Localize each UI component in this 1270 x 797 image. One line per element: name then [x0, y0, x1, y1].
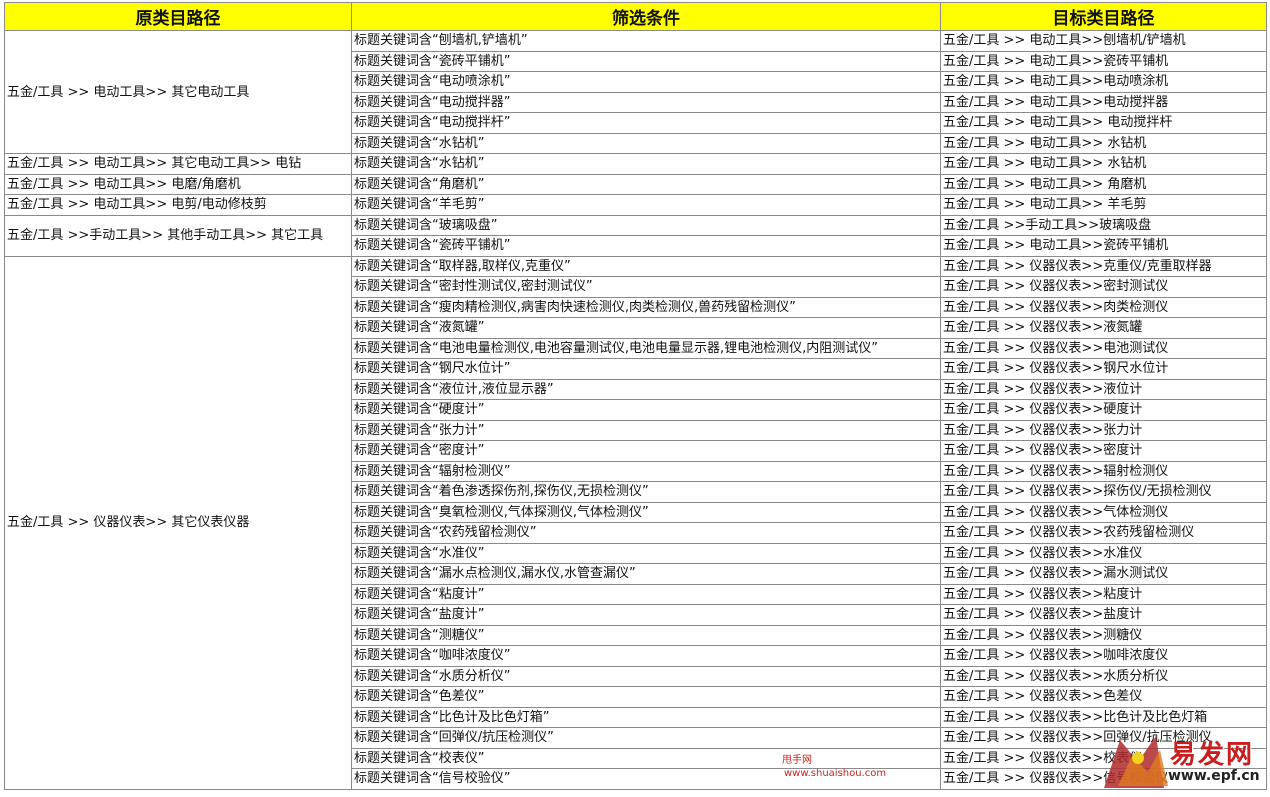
source-path-cell: 五金/工具 >>手动工具>> 其他手动工具>> 其它工具 — [4, 214, 352, 257]
filter-condition-cell: 标题关键词含“农药残留检测仪” — [351, 522, 941, 544]
header-filter-condition: 筛选条件 — [351, 2, 941, 31]
filter-condition-cell: 标题关键词含“水钻机” — [351, 153, 941, 175]
source-path-cell: 五金/工具 >> 电动工具>> 其它电动工具 — [4, 30, 352, 154]
target-path-cell: 五金/工具 >> 仪器仪表>>张力计 — [940, 419, 1267, 441]
filter-condition-cell: 标题关键词含“校表仪” — [351, 747, 941, 769]
target-path-cell: 五金/工具 >>手动工具>>玻璃吸盘 — [940, 214, 1267, 236]
target-path-cell: 五金/工具 >> 仪器仪表>>液氮罐 — [940, 317, 1267, 339]
filter-condition-cell: 标题关键词含“电动喷涂机” — [351, 71, 941, 93]
filter-condition-cell: 标题关键词含“取样器,取样仪,克重仪” — [351, 255, 941, 277]
target-path-cell: 五金/工具 >> 电动工具>> 水钻机 — [940, 153, 1267, 175]
header-source-path: 原类目路径 — [4, 2, 352, 31]
filter-condition-cell: 标题关键词含“臭氧检测仪,气体探测仪,气体检测仪” — [351, 501, 941, 523]
filter-condition-cell: 标题关键词含“液氮罐” — [351, 317, 941, 339]
target-path-cell: 五金/工具 >> 仪器仪表>>肉类检测仪 — [940, 296, 1267, 318]
target-path-cell: 五金/工具 >> 电动工具>>瓷砖平铺机 — [940, 50, 1267, 72]
table-row: 五金/工具 >>手动工具>> 其他手动工具>> 其它工具 标题关键词含“玻璃吸盘”… — [4, 214, 1267, 257]
source-path-cell: 五金/工具 >> 仪器仪表>> 其它仪表仪器 — [4, 255, 352, 790]
target-path-cell: 五金/工具 >> 电动工具>>刨墙机/铲墙机 — [940, 30, 1267, 52]
table-row: 五金/工具 >> 电动工具>> 其它电动工具>> 电钻 标题关键词含“水钻机” 五金… — [4, 153, 1267, 175]
target-path-cell: 五金/工具 >> 仪器仪表>>盐度计 — [940, 604, 1267, 626]
filter-condition-cell: 标题关键词含“电池电量检测仪,电池容量测试仪,电池电量显示器,锂电池检测仪,内阻… — [351, 337, 941, 359]
target-path-cell: 五金/工具 >> 电动工具>>瓷砖平铺机 — [940, 235, 1267, 257]
target-path-cell: 五金/工具 >> 仪器仪表>>气体检测仪 — [940, 501, 1267, 523]
category-mapping-table: 原类目路径 筛选条件 目标类目路径 五金/工具 >> 电动工具>> 其它电动工具… — [4, 2, 1267, 790]
source-path-cell: 五金/工具 >> 电动工具>> 其它电动工具>> 电钻 — [4, 153, 352, 175]
target-path-cell: 五金/工具 >> 电动工具>> 角磨机 — [940, 173, 1267, 195]
filter-condition-cell: 标题关键词含“着色渗透探伤剂,探伤仪,无损检测仪” — [351, 481, 941, 503]
source-path-cell: 五金/工具 >> 电动工具>> 电磨/角磨机 — [4, 173, 352, 195]
target-path-cell: 五金/工具 >> 电动工具>> 水钻机 — [940, 132, 1267, 154]
target-path-cell: 五金/工具 >> 仪器仪表>>密度计 — [940, 440, 1267, 462]
filter-condition-cell: 标题关键词含“玻璃吸盘” — [351, 214, 941, 236]
logo-url: www.epf.cn — [1168, 768, 1260, 784]
filter-condition-cell: 标题关键词含“漏水点检测仪,漏水仪,水管查漏仪” — [351, 563, 941, 585]
target-path-cell: 五金/工具 >> 电动工具>>电动喷涂机 — [940, 71, 1267, 93]
filter-condition-cell: 标题关键词含“角磨机” — [351, 173, 941, 195]
table-row: 五金/工具 >> 电动工具>> 电剪/电动修枝剪 标题关键词含“羊毛剪” 五金/工具… — [4, 194, 1267, 216]
filter-condition-cell: 标题关键词含“刨墙机,铲墙机” — [351, 30, 941, 52]
target-path-cell: 五金/工具 >> 仪器仪表>>粘度计 — [940, 583, 1267, 605]
filter-condition-cell: 标题关键词含“水质分析仪” — [351, 665, 941, 687]
filter-condition-cell: 标题关键词含“色差仪” — [351, 686, 941, 708]
target-path-cell: 五金/工具 >> 仪器仪表>>硬度计 — [940, 399, 1267, 421]
target-path-cell: 五金/工具 >> 仪器仪表>>辐射检测仪 — [940, 460, 1267, 482]
filter-condition-cell: 标题关键词含“羊毛剪” — [351, 194, 941, 216]
target-path-cell: 五金/工具 >> 仪器仪表>>测糖仪 — [940, 624, 1267, 646]
filter-condition-cell: 标题关键词含“水准仪” — [351, 542, 941, 564]
target-path-cell: 五金/工具 >> 仪器仪表>>漏水测试仪 — [940, 563, 1267, 585]
filter-condition-cell: 标题关键词含“粘度计” — [351, 583, 941, 605]
filter-condition-cell: 标题关键词含“瓷砖平铺机” — [351, 50, 941, 72]
target-path-cell: 五金/工具 >> 电动工具>>电动搅拌器 — [940, 91, 1267, 113]
filter-condition-cell: 标题关键词含“回弹仪/抗压检测仪” — [351, 727, 941, 749]
filter-condition-cell: 标题关键词含“盐度计” — [351, 604, 941, 626]
filter-condition-cell: 标题关键词含“密封性测试仪,密封测试仪” — [351, 276, 941, 298]
target-path-cell: 五金/工具 >> 仪器仪表>>咖啡浓度仪 — [940, 645, 1267, 667]
target-path-cell: 五金/工具 >> 电动工具>> 羊毛剪 — [940, 194, 1267, 216]
filter-condition-cell: 标题关键词含“电动搅拌杆” — [351, 112, 941, 134]
watermark-site-name: 甩手网 — [782, 755, 812, 766]
filter-condition-cell: 标题关键词含“测糖仪” — [351, 624, 941, 646]
table-row: 五金/工具 >> 仪器仪表>> 其它仪表仪器 标题关键词含“取样器,取样仪,克重仪… — [4, 255, 1267, 790]
target-path-cell: 五金/工具 >> 仪器仪表>>克重仪/克重取样器 — [940, 255, 1267, 277]
filter-condition-cell: 标题关键词含“钢尺水位计” — [351, 358, 941, 380]
filter-condition-cell: 标题关键词含“咖啡浓度仪” — [351, 645, 941, 667]
target-path-cell: 五金/工具 >> 仪器仪表>>液位计 — [940, 378, 1267, 400]
watermark-url: www.shuaishou.com — [784, 768, 887, 779]
table-row: 五金/工具 >> 电动工具>> 电磨/角磨机 标题关键词含“角磨机” 五金/工具 >… — [4, 173, 1267, 195]
target-path-cell: 五金/工具 >> 仪器仪表>>色差仪 — [940, 686, 1267, 708]
filter-condition-cell: 标题关键词含“张力计” — [351, 419, 941, 441]
filter-condition-cell: 标题关键词含“水钻机” — [351, 132, 941, 154]
filter-condition-cell: 标题关键词含“密度计” — [351, 440, 941, 462]
logo-text: 易发网 — [1170, 740, 1255, 770]
target-path-cell: 五金/工具 >> 仪器仪表>>钢尺水位计 — [940, 358, 1267, 380]
source-path-cell: 五金/工具 >> 电动工具>> 电剪/电动修枝剪 — [4, 194, 352, 216]
target-path-cell: 五金/工具 >> 电动工具>> 电动搅拌杆 — [940, 112, 1267, 134]
target-path-cell: 五金/工具 >> 仪器仪表>>水质分析仪 — [940, 665, 1267, 687]
table-row: 五金/工具 >> 电动工具>> 其它电动工具 标题关键词含“刨墙机,铲墙机” 五金/… — [4, 30, 1267, 154]
filter-condition-cell: 标题关键词含“液位计,液位显示器” — [351, 378, 941, 400]
filter-condition-cell: 标题关键词含“瓷砖平铺机” — [351, 235, 941, 257]
header-target-path: 目标类目路径 — [940, 2, 1267, 31]
header-row: 原类目路径 筛选条件 目标类目路径 — [4, 2, 1267, 31]
target-path-cell: 五金/工具 >> 仪器仪表>>比色计及比色灯箱 — [940, 706, 1267, 728]
target-path-cell: 五金/工具 >> 仪器仪表>>密封测试仪 — [940, 276, 1267, 298]
filter-condition-cell: 标题关键词含“比色计及比色灯箱” — [351, 706, 941, 728]
target-path-cell: 五金/工具 >> 仪器仪表>>水准仪 — [940, 542, 1267, 564]
target-path-cell: 五金/工具 >> 仪器仪表>>探伤仪/无损检测仪 — [940, 481, 1267, 503]
filter-condition-cell: 标题关键词含“辐射检测仪” — [351, 460, 941, 482]
target-path-cell: 五金/工具 >> 仪器仪表>>农药残留检测仪 — [940, 522, 1267, 544]
filter-condition-cell: 标题关键词含“硬度计” — [351, 399, 941, 421]
table-body: 五金/工具 >> 电动工具>> 其它电动工具 标题关键词含“刨墙机,铲墙机” 五金/… — [4, 30, 1267, 790]
filter-condition-cell: 标题关键词含“电动搅拌器” — [351, 91, 941, 113]
target-path-cell: 五金/工具 >> 仪器仪表>>电池测试仪 — [940, 337, 1267, 359]
filter-condition-cell: 标题关键词含“瘦肉精检测仪,病害肉快速检测仪,肉类检测仪,兽药残留检测仪” — [351, 296, 941, 318]
